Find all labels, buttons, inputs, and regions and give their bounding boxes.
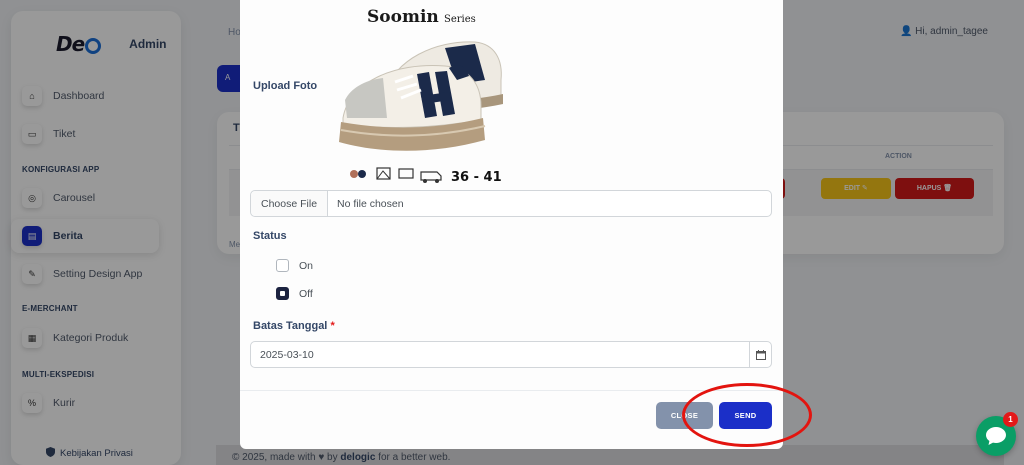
date-label-text: Batas Tanggal	[253, 320, 328, 332]
choose-file-button[interactable]: Choose File	[251, 191, 329, 216]
status-on-checkbox[interactable]	[276, 259, 289, 272]
product-brand-text: Soomin	[367, 7, 439, 27]
file-status-text: No file chosen	[337, 197, 404, 210]
upload-foto-label: Upload Foto	[253, 80, 318, 92]
status-off-checkbox[interactable]	[276, 287, 289, 300]
status-off-label: Off	[299, 287, 313, 300]
file-upload-input[interactable]: Choose File No file chosen	[250, 190, 772, 217]
notification-badge: 1	[1003, 412, 1018, 427]
calendar-icon[interactable]	[749, 342, 771, 367]
modal-dialog: Upload Foto Soomin Series 36 - 41 Choose…	[240, 0, 783, 449]
status-option-on[interactable]: On	[276, 259, 313, 272]
size-range-text: 36 - 41	[451, 170, 502, 185]
status-option-off[interactable]: Off	[276, 287, 313, 300]
annotation-ellipse	[682, 383, 812, 447]
required-mark: *	[330, 320, 335, 332]
date-field[interactable]: 2025-03-10	[250, 341, 772, 368]
status-on-label: On	[299, 259, 314, 272]
chat-icon	[986, 427, 1006, 445]
batas-tanggal-label: Batas Tanggal *	[253, 320, 335, 332]
product-brand-suffix: Series	[444, 14, 476, 25]
product-preview-image: Soomin Series 36 - 41	[339, 7, 503, 185]
status-label: Status	[253, 230, 287, 242]
date-value: 2025-03-10	[260, 348, 314, 361]
